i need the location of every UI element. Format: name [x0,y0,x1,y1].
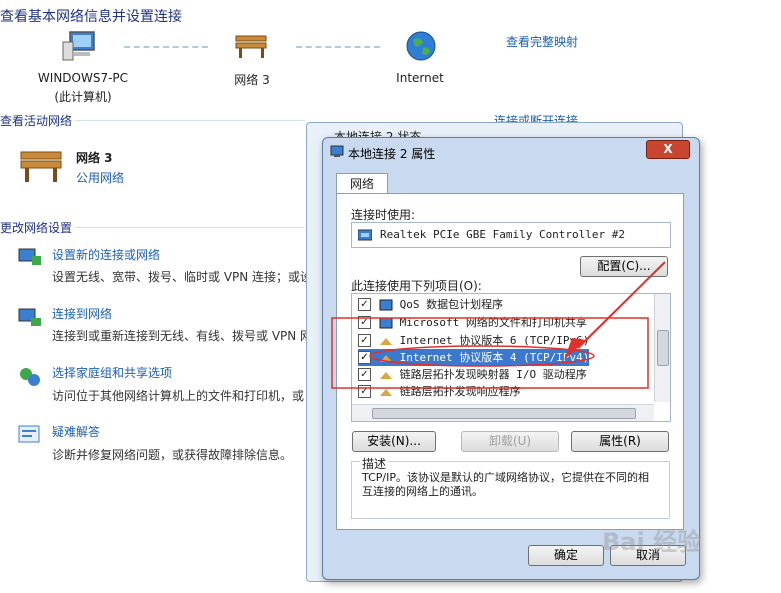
new-connection-icon [18,246,42,271]
view-full-map-link[interactable]: 查看完整映射 [506,33,578,50]
task-homegroup-desc: 访问位于其他网络计算机上的文件和打印机，或 [52,389,305,403]
divider [75,227,305,228]
description-text: TCP/IP。该协议是默认的广域网络协议，它提供在不同的相互连接的网络上的通讯。 [362,471,649,498]
troubleshoot-icon [18,424,42,449]
uninstall-button: 卸载(U) [461,431,559,452]
tab-network[interactable]: 网络 [336,173,388,195]
ok-button[interactable]: 确定 [528,545,604,566]
node-internet-label: Internet [396,71,444,85]
change-settings-heading: 更改网络设置 [0,221,73,235]
dialog-network-icon [330,144,344,161]
task-troubleshoot[interactable]: 疑难解答 [52,423,100,440]
annotation-box [331,317,649,389]
properties-button[interactable]: 属性(R) [571,431,669,452]
node-computer-label: WINDOWS7-PC [37,71,129,85]
task-new-connection-desc: 设置无线、宽带、拨号、临时或 VPN 连接；或设 [52,270,313,284]
node-network-label: 网络 3 [234,73,270,87]
install-button[interactable]: 安装(N)... [352,431,436,452]
connection-line [124,46,208,48]
annotation-overlay [331,261,666,389]
task-homegroup[interactable]: 选择家庭组和共享选项 [52,364,172,381]
homegroup-icon [18,366,42,391]
scroll-thumb[interactable] [372,408,636,419]
dialog-title: 本地连接 2 属性 [348,147,436,161]
active-network-name: 网络 3 [76,151,113,165]
adapter-field: Realtek PCIe GBE Family Controller #2 [351,222,671,248]
task-new-connection[interactable]: 设置新的连接或网络 [52,246,160,263]
active-network-bench-icon [18,146,66,187]
globe-icon [405,30,437,65]
annotation-arrow-line [577,261,666,349]
node-computer-sub: (此计算机) [54,90,112,104]
page-title: 查看基本网络信息并设置连接 [0,9,182,25]
task-troubleshoot-desc: 诊断并修复网络问题，或获得故障排除信息。 [52,448,293,462]
connection-line [296,46,380,48]
horizontal-scrollbar[interactable] [352,404,654,421]
adapter-icon [357,229,373,244]
computer-icon [62,30,98,65]
watermark: Bai 经验 [602,528,702,556]
connect-using-label: 连接时使用: [351,208,416,222]
active-network-type-link[interactable]: 公用网络 [76,169,124,186]
active-networks-heading: 查看活动网络 [0,114,73,128]
adapter-name: Realtek PCIe GBE Family Controller #2 [380,228,626,241]
annotation-ellipse [369,345,595,367]
task-connect-network-desc: 连接到或重新连接到无线、有线、拨号或 VPN 网 [52,329,313,343]
connect-network-icon [18,306,42,331]
description-label: 描述 [360,455,389,472]
task-connect-network[interactable]: 连接到网络 [52,305,112,322]
network-bench-icon [234,32,270,63]
close-button[interactable]: X [646,140,690,159]
divider [75,120,305,121]
